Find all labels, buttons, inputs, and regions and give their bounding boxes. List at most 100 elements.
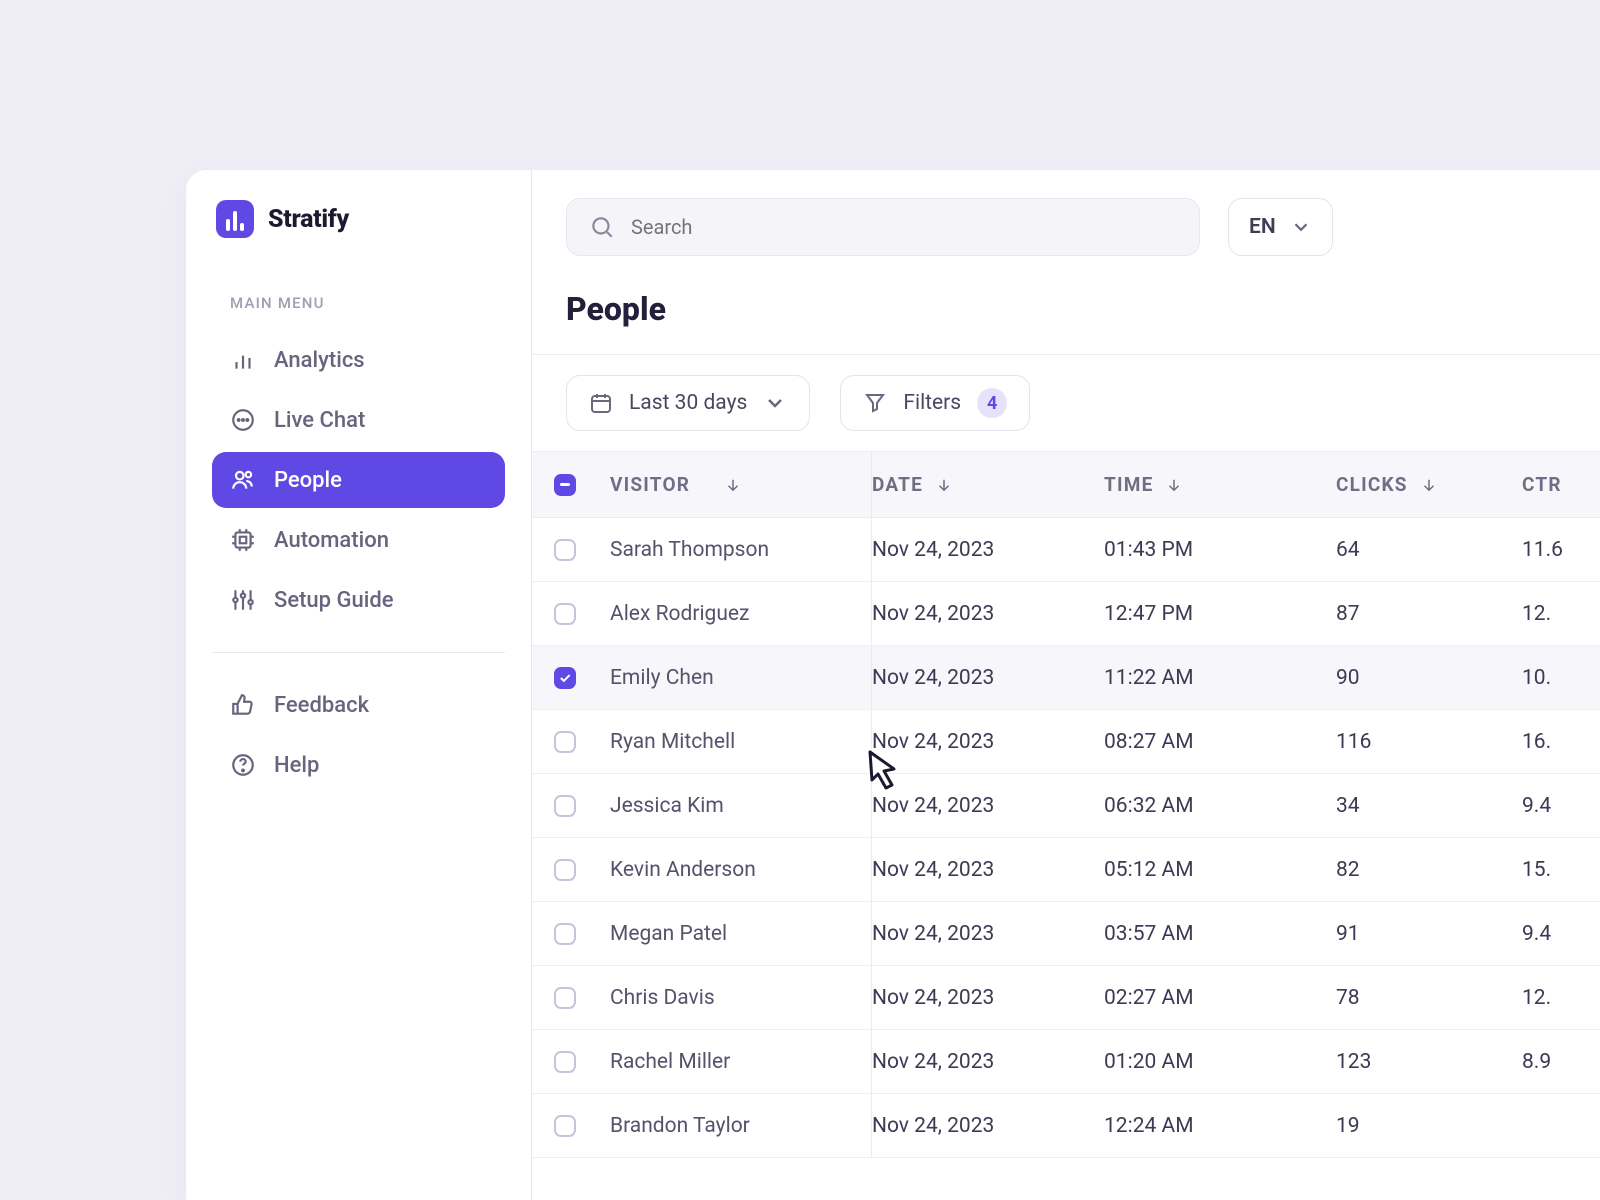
- cell-time: 12:47 PM: [1104, 602, 1336, 626]
- visitor-name: Megan Patel: [610, 922, 727, 946]
- cell-clicks: 90: [1336, 666, 1522, 690]
- date-range-label: Last 30 days: [629, 391, 747, 415]
- pointer-cursor-icon: [850, 740, 914, 808]
- visitor-name: Emily Chen: [610, 666, 714, 690]
- cell-ctr: 9.4: [1522, 794, 1600, 818]
- filters-count-badge: 4: [977, 388, 1007, 418]
- sort-icon: [724, 476, 742, 494]
- table-row[interactable]: Ryan Mitchell Nov 24, 2023 08:27 AM 116 …: [532, 710, 1600, 774]
- row-checkbox[interactable]: [554, 667, 576, 689]
- sort-icon: [935, 476, 953, 494]
- analytics-icon: [230, 347, 256, 373]
- column-header-time[interactable]: TIME: [1104, 473, 1336, 496]
- table-row[interactable]: Alex Rodriguez Nov 24, 2023 12:47 PM 87 …: [532, 582, 1600, 646]
- cell-date: Nov 24, 2023: [872, 922, 1104, 946]
- visitor-name: Brandon Taylor: [610, 1114, 750, 1138]
- cell-date: Nov 24, 2023: [872, 1050, 1104, 1074]
- select-all-checkbox[interactable]: [554, 474, 576, 496]
- sidebar-item-analytics[interactable]: Analytics: [212, 332, 505, 388]
- visitor-name: Ryan Mitchell: [610, 730, 735, 754]
- cell-time: 06:32 AM: [1104, 794, 1336, 818]
- cell-clicks: 123: [1336, 1050, 1522, 1074]
- sidebar-item-label: People: [274, 468, 342, 493]
- row-checkbox[interactable]: [554, 859, 576, 881]
- column-header-ctr[interactable]: CTR: [1522, 473, 1600, 496]
- search-input[interactable]: [631, 215, 1177, 239]
- cell-ctr: 10.: [1522, 666, 1600, 690]
- sidebar-item-label: Help: [274, 753, 319, 778]
- table-body: Sarah Thompson Nov 24, 2023 01:43 PM 64 …: [532, 518, 1600, 1158]
- table-row[interactable]: Kevin Anderson Nov 24, 2023 05:12 AM 82 …: [532, 838, 1600, 902]
- topbar: EN: [532, 170, 1600, 284]
- cell-ctr: 9.4: [1522, 922, 1600, 946]
- sidebar-item-people[interactable]: People: [212, 452, 505, 508]
- visitor-name: Kevin Anderson: [610, 858, 756, 882]
- cell-ctr: 16.: [1522, 730, 1600, 754]
- table-row[interactable]: Jessica Kim Nov 24, 2023 06:32 AM 34 9.4: [532, 774, 1600, 838]
- sidebar-item-feedback[interactable]: Feedback: [212, 677, 505, 733]
- sidebar: Stratify MAIN MENU Analytics Live Chat P…: [186, 170, 532, 1200]
- column-header-date[interactable]: DATE: [872, 473, 1104, 496]
- table-row[interactable]: Chris Davis Nov 24, 2023 02:27 AM 78 12.: [532, 966, 1600, 1030]
- cell-ctr: 8.9: [1522, 1050, 1600, 1074]
- cell-time: 11:22 AM: [1104, 666, 1336, 690]
- row-checkbox[interactable]: [554, 795, 576, 817]
- table-row[interactable]: Megan Patel Nov 24, 2023 03:57 AM 91 9.4: [532, 902, 1600, 966]
- main-content: EN People Last 30 days Filters 4 VISI: [532, 170, 1600, 1200]
- footer-nav: Feedback Help: [212, 677, 505, 793]
- calendar-icon: [589, 391, 613, 415]
- cell-ctr: 12.: [1522, 986, 1600, 1010]
- row-checkbox[interactable]: [554, 603, 576, 625]
- chat-icon: [230, 407, 256, 433]
- visitor-name: Sarah Thompson: [610, 538, 769, 562]
- cell-date: Nov 24, 2023: [872, 602, 1104, 626]
- cell-clicks: 82: [1336, 858, 1522, 882]
- cell-date: Nov 24, 2023: [872, 666, 1104, 690]
- row-checkbox[interactable]: [554, 987, 576, 1009]
- sidebar-item-help[interactable]: Help: [212, 737, 505, 793]
- sidebar-item-label: Automation: [274, 528, 389, 553]
- table-row[interactable]: Sarah Thompson Nov 24, 2023 01:43 PM 64 …: [532, 518, 1600, 582]
- sidebar-item-setup[interactable]: Setup Guide: [212, 572, 505, 628]
- column-header-clicks[interactable]: CLICKS: [1336, 473, 1522, 496]
- cell-clicks: 91: [1336, 922, 1522, 946]
- sliders-icon: [230, 587, 256, 613]
- logo-icon: [216, 200, 254, 238]
- row-checkbox[interactable]: [554, 731, 576, 753]
- automation-icon: [230, 527, 256, 553]
- cell-time: 03:57 AM: [1104, 922, 1336, 946]
- row-checkbox[interactable]: [554, 1115, 576, 1137]
- sidebar-item-label: Live Chat: [274, 408, 365, 433]
- table-row[interactable]: Rachel Miller Nov 24, 2023 01:20 AM 123 …: [532, 1030, 1600, 1094]
- cell-date: Nov 24, 2023: [872, 858, 1104, 882]
- table-row[interactable]: Emily Chen Nov 24, 2023 11:22 AM 90 10.: [532, 646, 1600, 710]
- thumbs-up-icon: [230, 692, 256, 718]
- cell-date: Nov 24, 2023: [872, 1114, 1104, 1138]
- cell-clicks: 116: [1336, 730, 1522, 754]
- row-checkbox[interactable]: [554, 923, 576, 945]
- language-code: EN: [1249, 215, 1276, 239]
- cell-time: 01:43 PM: [1104, 538, 1336, 562]
- sidebar-item-livechat[interactable]: Live Chat: [212, 392, 505, 448]
- chevron-down-icon: [1290, 216, 1312, 238]
- cell-clicks: 87: [1336, 602, 1522, 626]
- search-input-wrapper[interactable]: [566, 198, 1200, 256]
- sidebar-item-label: Analytics: [274, 348, 365, 373]
- divider: [212, 652, 505, 653]
- app-window: Stratify MAIN MENU Analytics Live Chat P…: [186, 170, 1600, 1200]
- filters-label: Filters: [903, 391, 961, 415]
- cell-ctr: 15.: [1522, 858, 1600, 882]
- table-row[interactable]: Brandon Taylor Nov 24, 2023 12:24 AM 19: [532, 1094, 1600, 1158]
- row-checkbox[interactable]: [554, 539, 576, 561]
- language-selector[interactable]: EN: [1228, 198, 1333, 256]
- column-header-visitor[interactable]: VISITOR: [532, 473, 872, 496]
- cell-time: 02:27 AM: [1104, 986, 1336, 1010]
- filters-button[interactable]: Filters 4: [840, 375, 1030, 431]
- cell-date: Nov 24, 2023: [872, 538, 1104, 562]
- table-header: VISITOR DATE TIME CLICKS CTR: [532, 452, 1600, 518]
- row-checkbox[interactable]: [554, 1051, 576, 1073]
- date-range-picker[interactable]: Last 30 days: [566, 375, 810, 431]
- people-icon: [230, 467, 256, 493]
- sidebar-item-automation[interactable]: Automation: [212, 512, 505, 568]
- page-title: People: [532, 284, 1600, 354]
